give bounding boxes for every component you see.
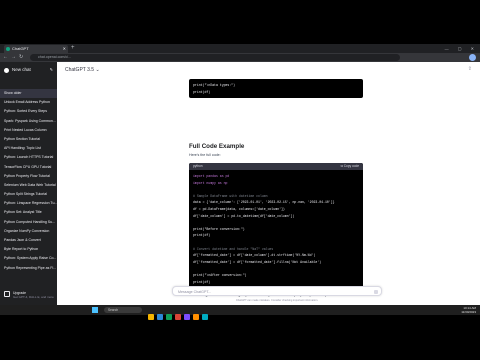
- sidebar-chat-item[interactable]: Print Nested Lucas Column: [0, 126, 57, 135]
- chat-main: ChatGPT 3.5 ⌄ ⇪ print("\nData types:") pr…: [57, 62, 480, 315]
- code-line: df['date_column'] = pd.to_datetime(df['d…: [193, 213, 295, 218]
- code-content: import pandas as pd import numpy as np # …: [189, 170, 363, 288]
- copy-code-button[interactable]: ⧉ Copy code: [341, 163, 359, 170]
- code-line: # Convert datetime and handle "NaT" valu…: [193, 246, 274, 251]
- windows-start-icon[interactable]: [92, 307, 98, 313]
- message-placeholder: Message ChatGPT...: [178, 290, 212, 294]
- close-tab-icon[interactable]: ✕: [63, 45, 66, 53]
- section-heading: Full Code Example: [189, 143, 245, 150]
- code-line: print(df): [193, 89, 211, 94]
- window-controls[interactable]: — ▢ ✕: [445, 44, 478, 53]
- browser-tab-bar: ChatGPT ✕ + — ▢ ✕: [0, 44, 480, 53]
- message-input[interactable]: Message ChatGPT...: [172, 286, 382, 296]
- edit-icon[interactable]: ✎: [50, 66, 53, 74]
- profile-avatar[interactable]: [469, 54, 476, 61]
- code-line: df['formatted_date'] = df['date_column']…: [193, 253, 316, 258]
- upgrade-icon: [4, 291, 10, 297]
- code-line: print(df): [193, 279, 211, 284]
- taskbar-search[interactable]: Search: [104, 307, 142, 313]
- sidebar-chat-item[interactable]: Unlock Email Address Python: [0, 98, 57, 107]
- sidebar-chat-item[interactable]: Python Representing Pipe as Fi...: [0, 264, 57, 273]
- sidebar-chat-item[interactable]: Spark: Pyspark Using Common...: [0, 117, 57, 126]
- sidebar-chat-item[interactable]: API Handling: Topic List: [0, 144, 57, 153]
- sidebar-chat-item[interactable]: Python: Linspace Regression Tu...: [0, 199, 57, 208]
- upgrade-sub: Get GPT-4, DALL·E, and more: [13, 295, 54, 299]
- sidebar-chat-item[interactable]: Python: Sorted Every Steps: [0, 107, 57, 116]
- tab-title: ChatGPT: [12, 46, 29, 51]
- new-chat-label: New chat: [12, 67, 31, 72]
- openai-logo-icon: [4, 67, 9, 73]
- taskbar-app-icon[interactable]: [193, 314, 199, 320]
- code-block-top: print("\nData types:") print(df): [189, 79, 363, 99]
- code-line: df = pd.DataFrame(data, columns=['date_c…: [193, 206, 285, 211]
- copy-label: Copy code: [343, 164, 359, 168]
- model-selector[interactable]: ChatGPT 3.5 ⌄: [65, 67, 100, 73]
- clock-date: 11/30/2023: [461, 310, 476, 314]
- taskbar-app-icon[interactable]: [148, 314, 154, 320]
- back-icon[interactable]: ←: [3, 53, 8, 62]
- taskbar-apps: [148, 307, 211, 325]
- sidebar-chat-item[interactable]: Show older: [0, 89, 57, 99]
- upgrade-button[interactable]: Upgrade Get GPT-4, DALL·E, and more: [3, 290, 54, 299]
- code-line: import numpy as np: [193, 180, 228, 185]
- url-input[interactable]: chat.openai.com/c/...: [30, 54, 400, 61]
- sidebar-chat-item[interactable]: Python Split Strings Tutorial: [0, 190, 57, 199]
- address-bar-row: ← → ↻ chat.openai.com/c/...: [0, 53, 480, 62]
- sidebar-chat-item[interactable]: Organize NumPy Conversion: [0, 227, 57, 236]
- sidebar-chat-item[interactable]: Python Set: Analyst Title: [0, 208, 57, 217]
- new-tab-button[interactable]: +: [71, 44, 75, 53]
- code-language: python: [193, 164, 203, 168]
- intro-text: Here's the full code:: [189, 153, 221, 157]
- code-line: print("Before conversion:"): [193, 226, 245, 231]
- sidebar-chat-item[interactable]: Python Computed Handling Su...: [0, 218, 57, 227]
- code-line: data = {'date_column': ['2023-01-01', '2…: [193, 200, 335, 205]
- sidebar-chat-item[interactable]: Python Section Tutorial: [0, 135, 57, 144]
- send-icon[interactable]: [374, 290, 378, 294]
- sidebar-chat-item[interactable]: Selenium Web Data Web Tutorial: [0, 181, 57, 190]
- sidebar-chat-item[interactable]: Pandas Json & Convert: [0, 236, 57, 245]
- sidebar-chat-item[interactable]: Python Property Flow Tutorial: [0, 172, 57, 181]
- sidebar-chat-item[interactable]: Byte Report to Python: [0, 245, 57, 254]
- browser-tab[interactable]: ChatGPT ✕: [4, 45, 68, 53]
- code-content-top: print("\nData types:") print(df): [189, 79, 363, 98]
- reload-icon[interactable]: ↻: [19, 53, 23, 62]
- sidebar-chat-item[interactable]: Python: System Apply Raise Co...: [0, 254, 57, 263]
- sidebar-chat-item[interactable]: TensorFlow CPU GPU Tutorial: [0, 163, 57, 172]
- chatgpt-favicon-icon: [6, 47, 10, 51]
- taskbar-app-icon[interactable]: [184, 314, 190, 320]
- code-header: python ⧉ Copy code: [189, 163, 363, 170]
- code-line: print(df): [193, 233, 211, 238]
- code-line: print("\nAfter conversion:"): [193, 272, 247, 277]
- sidebar-chat-item[interactable]: Python: Launch HTTPS Tutorial: [0, 153, 57, 162]
- taskbar-app-icon[interactable]: [157, 314, 163, 320]
- code-line: # Sample DataFrame with datetime column: [193, 193, 268, 198]
- chat-history-list: Show older Unlock Email Address Python Pyt…: [0, 89, 57, 273]
- taskbar-app-icon[interactable]: [166, 314, 172, 320]
- code-line: df['formatted_date'] = df['formatted_dat…: [193, 259, 322, 264]
- forward-icon[interactable]: →: [11, 53, 16, 62]
- code-block: python ⧉ Copy code import pandas as pd im…: [189, 163, 363, 289]
- screen: ChatGPT ✕ + — ▢ ✕ ← → ↻ chat.openai.com/…: [0, 44, 480, 315]
- code-line: print("\nData types:"): [193, 83, 236, 87]
- taskbar-app-icon[interactable]: [202, 314, 208, 320]
- new-chat-button[interactable]: New chat ✎: [3, 66, 54, 74]
- code-line: import pandas as pd: [193, 174, 230, 178]
- taskbar-app-icon[interactable]: [175, 314, 181, 320]
- disclaimer-text: ChatGPT can make mistakes. Consider chec…: [235, 299, 319, 302]
- share-icon[interactable]: ⇪: [468, 66, 472, 72]
- sidebar: New chat ✎ Show older Unlock Email Addres…: [0, 62, 57, 315]
- system-clock[interactable]: 10:14 AM 11/30/2023: [461, 306, 476, 314]
- taskbar: Search 10:14 AM 11/30/2023: [0, 305, 480, 320]
